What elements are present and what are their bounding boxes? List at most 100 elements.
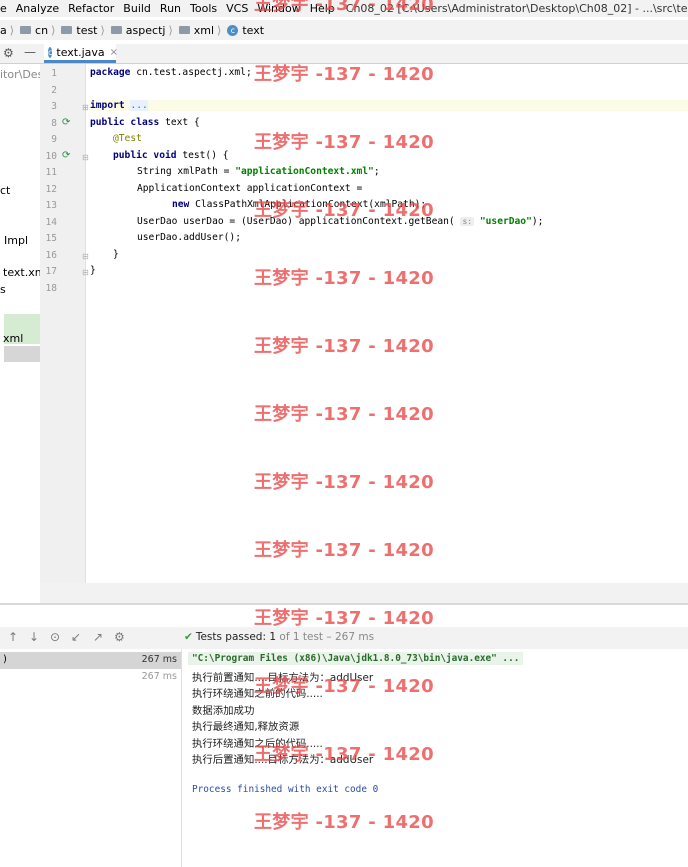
code-line-method: public void test() {	[113, 150, 229, 161]
import-tests-icon[interactable]: ↙	[71, 630, 81, 644]
annotation: @Test	[113, 133, 142, 144]
code-text: }	[113, 249, 119, 260]
menu-help[interactable]: Help	[306, 2, 340, 15]
line-number: 12	[45, 184, 57, 195]
export-tests-icon[interactable]: ↗	[93, 630, 103, 644]
panel-divider[interactable]	[0, 603, 688, 605]
string-literal: "applicationContext.xml"	[235, 166, 374, 177]
line-number: 18	[45, 283, 57, 294]
line-number: 15	[45, 233, 57, 244]
line-number: 1	[51, 68, 57, 79]
tree-item[interactable]: xml	[3, 332, 23, 345]
chevron-right-icon: ⟩	[217, 23, 222, 37]
keyword: import	[90, 100, 125, 111]
code-line-close-class: }	[90, 265, 96, 276]
fold-icon[interactable]: ⊟	[82, 252, 89, 261]
tree-item[interactable]: s	[0, 283, 6, 296]
breadcrumb-item-cn[interactable]: cn ⟩	[20, 24, 61, 37]
console-line: 执行后置通知....目标方法为：addUser	[192, 754, 374, 766]
close-icon[interactable]: ×	[110, 47, 118, 58]
chevron-right-icon: ⟩	[168, 23, 173, 37]
settings-icon[interactable]: ⚙	[114, 630, 125, 644]
menu-window[interactable]: Window	[253, 2, 305, 15]
console-line: 执行前置通知....目标方法为：addUser	[192, 672, 374, 684]
tab-text-java[interactable]: c text.java ×	[44, 44, 118, 63]
code-line-getbean: UserDao userDao = (UserDao) applicationC…	[137, 216, 543, 227]
menu-run[interactable]: Run	[156, 2, 186, 15]
menu-analyze[interactable]: Analyze	[12, 2, 64, 15]
class-icon: c	[227, 24, 239, 36]
method-signature: test() {	[182, 150, 229, 161]
minimize-icon[interactable]: —	[24, 45, 36, 59]
line-number: 14	[45, 217, 57, 228]
line-number: 13	[45, 200, 57, 211]
test-tree-label: )	[3, 654, 7, 665]
breadcrumb-item-a[interactable]: a ⟩	[0, 24, 20, 37]
project-path: itor\Des	[0, 68, 40, 81]
breadcrumb-label: a	[0, 23, 7, 37]
arrow-up-icon[interactable]: ↑	[8, 630, 18, 644]
horizontal-scrollbar[interactable]	[40, 583, 688, 603]
run-test-icon[interactable]: ⟳	[62, 150, 70, 161]
tests-status: ✔ Tests passed: 1 of 1 test – 267 ms	[184, 631, 374, 643]
breadcrumb-label: cn	[35, 23, 49, 37]
breadcrumb-item-text[interactable]: c text	[227, 24, 267, 37]
run-toolbar: ↑ ↓ ⊙ ↙ ↗ ⚙ ✔ Tests passed: 1 of 1 test –…	[0, 627, 688, 650]
code-line-annotation: @Test	[113, 133, 142, 144]
fold-icon[interactable]: ⊞	[82, 103, 89, 112]
test-tree-row[interactable]: ) 267 ms	[0, 652, 181, 669]
console-line: 执行环绕通知之后的代码.....	[192, 738, 323, 750]
hover-tree-row[interactable]	[4, 346, 40, 362]
keyword: package	[90, 67, 131, 78]
tests-passed-count: 1	[269, 631, 277, 643]
menu-vcs[interactable]: VCS	[222, 2, 253, 15]
line-number: 10	[45, 151, 57, 162]
breadcrumb-item-test[interactable]: test ⟩	[61, 24, 110, 37]
console-line: 执行环绕通知之前的代码.....	[192, 688, 323, 700]
breadcrumb-label: aspectj	[125, 23, 166, 37]
tree-item[interactable]: Impl	[4, 234, 28, 247]
breadcrumb-label: test	[76, 23, 98, 37]
menu-refactor[interactable]: Refactor	[64, 2, 119, 15]
line-number: 8	[51, 118, 57, 129]
console-line: 执行最终通知,释放资源	[192, 721, 300, 733]
test-tree-row[interactable]: 267 ms	[0, 669, 181, 686]
chevron-right-icon: ⟩	[9, 23, 15, 37]
console-output[interactable]: "C:\Program Files (x86)\Java\jdk1.8.0_73…	[182, 649, 688, 867]
code-text: ;	[373, 166, 380, 177]
folded-imports[interactable]: ...	[130, 100, 148, 111]
gear-icon[interactable]: ⚙	[3, 46, 14, 60]
line-number: 2	[51, 85, 57, 96]
breadcrumb-item-xml[interactable]: xml ⟩	[178, 23, 228, 37]
tree-item[interactable]: ct	[0, 184, 10, 197]
class-name: text {	[165, 117, 200, 128]
breadcrumb-item-aspectj[interactable]: aspectj ⟩	[110, 23, 179, 37]
code-line-new: new ClassPathXmlApplicationContext(xmlPa…	[172, 199, 426, 210]
search-icon[interactable]: ⊙	[50, 630, 60, 644]
fold-icon[interactable]: ⊟	[82, 153, 89, 162]
code-line-adduser: userDao.addUser();	[137, 232, 241, 243]
menu-build[interactable]: Build	[119, 2, 156, 15]
run-test-icon[interactable]: ⟳	[62, 117, 70, 128]
menu-tools[interactable]: Tools	[186, 2, 222, 15]
tree-item[interactable]: text.xm	[3, 266, 40, 279]
menu-file-partial[interactable]: e	[0, 2, 12, 15]
code-line-class: public class text {	[90, 117, 200, 128]
tab-label: text.java	[56, 45, 105, 59]
test-tree: ) 267 ms 267 ms	[0, 649, 182, 867]
code-line-import: import ...	[90, 100, 688, 111]
param-hint: s:	[460, 217, 475, 226]
test-duration: 267 ms	[141, 654, 177, 665]
fold-icon[interactable]: ⊟	[82, 268, 89, 277]
menu-bar: e Analyze Refactor Build Run Tools VCS W…	[0, 0, 688, 17]
window-title: Ch08_02 [C:\Users\Administrator\Desktop\…	[345, 2, 688, 15]
package-name: cn.test.aspectj.xml;	[136, 67, 252, 78]
arrow-down-icon[interactable]: ↓	[29, 630, 39, 644]
code-text: ApplicationContext applicationContext =	[137, 183, 363, 194]
code-text: }	[90, 265, 96, 276]
line-number: 17	[45, 266, 57, 277]
code-editor[interactable]	[86, 64, 688, 583]
check-icon: ✔	[184, 631, 193, 643]
code-line-close-method: }	[113, 249, 119, 260]
line-number: 9	[51, 134, 57, 145]
